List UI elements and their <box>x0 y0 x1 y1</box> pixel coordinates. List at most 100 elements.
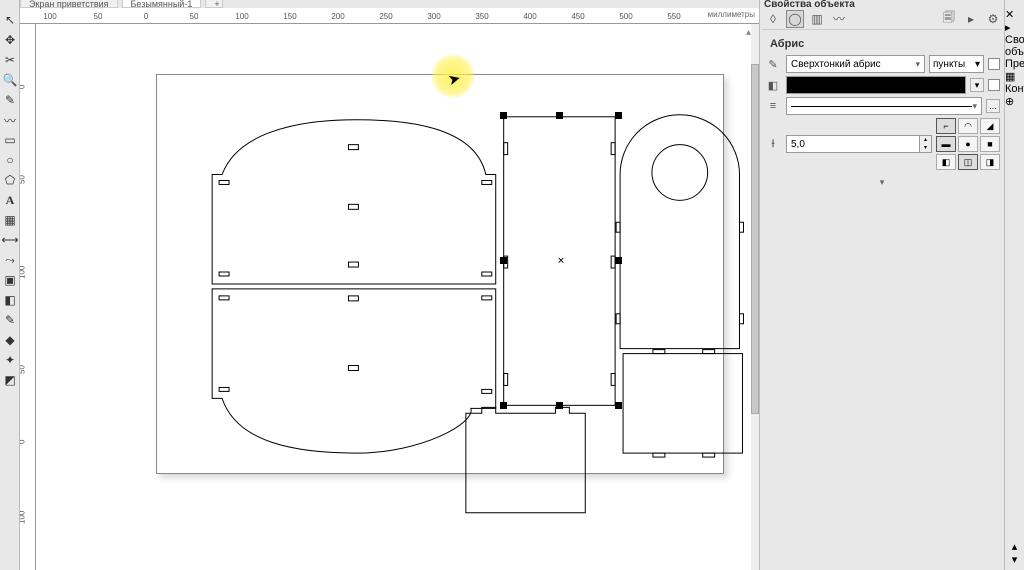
corner-round-button[interactable]: ◠ <box>958 118 978 134</box>
side-tab-transform[interactable]: Преобразования <box>1005 58 1024 70</box>
line-style-more[interactable]: ... <box>986 99 1000 113</box>
ruler-tick-label: 550 <box>667 12 680 21</box>
outline-width-dropdown[interactable]: Сверхтонкий абрис ▾ <box>786 55 925 73</box>
drawing-canvas[interactable]: ▴ <box>36 24 759 570</box>
palette-scroll-down[interactable]: ▾ <box>1012 553 1018 566</box>
scrollbar-thumb[interactable] <box>751 64 759 414</box>
corner-miter-button[interactable]: ⌐ <box>936 118 956 134</box>
selection-handle-mr[interactable] <box>615 257 622 264</box>
selection-handle-ml[interactable] <box>500 257 507 264</box>
color-palette-strip: ▴ ▾ <box>1005 540 1024 570</box>
tab-add[interactable]: + <box>205 0 223 8</box>
interactive-tool[interactable]: ✦ <box>0 350 20 370</box>
dropdown-arrow-icon: ▾ <box>975 59 980 70</box>
ruler-tick-label: 150 <box>283 12 296 21</box>
toolbox: ↖ ✥ ✂ 🔍 ✎ 〰 ▭ ○ ⬠ A ▦ ⟷ ⤳ ▣ ◧ ✎ ◆ ✦ ◩ <box>0 0 20 570</box>
ruler-tick-label: 350 <box>475 12 488 21</box>
line-style-icon: ≡ <box>764 97 782 115</box>
selection-center-icon[interactable]: ✕ <box>557 256 565 267</box>
apply-icon[interactable]: ▸ <box>962 10 980 28</box>
drawing-content <box>157 75 723 473</box>
dimension-tool[interactable]: ⟷ <box>0 230 20 250</box>
docker-menu-icon[interactable]: ▸ <box>1005 21 1024 34</box>
outline-section-label: Абрис <box>764 34 1000 52</box>
side-tab-contour[interactable]: Контур <box>1005 83 1024 95</box>
smartfill-tool[interactable]: ◩ <box>0 370 20 390</box>
pen-width-icon: ✎ <box>764 55 782 73</box>
object-properties-docker: Свойства объекта ◊ ◯ ▥ 〰 🗐 ▸ ⚙ Абрис ✎ С… <box>759 0 1004 570</box>
selection-handle-br[interactable] <box>615 402 622 409</box>
options-icon[interactable]: ⚙ <box>984 10 1002 28</box>
outline-color-swatch[interactable] <box>786 76 966 94</box>
dropshadow-tool[interactable]: ▣ <box>0 270 20 290</box>
dropdown-arrow-icon: ▾ <box>915 59 920 70</box>
cap-butt-button[interactable]: ▬ <box>936 136 956 152</box>
position-inside-button[interactable]: ◨ <box>980 154 1000 170</box>
page-boundary <box>156 74 724 474</box>
cap-square-button[interactable]: ■ <box>980 136 1000 152</box>
outline-tab-icon[interactable]: ◯ <box>786 10 804 28</box>
section-expander[interactable]: ▾ <box>764 173 1000 192</box>
cap-round-button[interactable]: ● <box>958 136 978 152</box>
ruler-tick-label: 450 <box>571 12 584 21</box>
tab-document-1[interactable]: Безымянный-1 <box>122 0 202 8</box>
palette-scroll-up[interactable]: ▴ <box>1012 540 1018 553</box>
rect-tool[interactable]: ▭ <box>0 130 20 150</box>
ruler-tick-label: 50 <box>94 12 103 21</box>
selection-handle-tl[interactable] <box>500 112 507 119</box>
horizontal-ruler: 100 50 0 50 100 150 200 250 300 350 400 … <box>20 8 759 24</box>
artistic-media-tool[interactable]: 〰 <box>0 110 20 130</box>
position-center-button[interactable]: ◫ <box>958 154 978 170</box>
effects-tab-icon[interactable]: 〰 <box>830 10 848 28</box>
fill-tool[interactable]: ◆ <box>0 330 20 350</box>
ruler-tick-label: 250 <box>379 12 392 21</box>
tab-welcome[interactable]: Экран приветствия <box>20 0 118 8</box>
color-icon: ◧ <box>764 76 782 94</box>
ruler-tick-label: 50 <box>190 12 199 21</box>
side-tab-target-icon[interactable]: ⊕ <box>1005 95 1024 108</box>
selection-handle-tm[interactable] <box>556 112 563 119</box>
position-outside-button[interactable]: ◧ <box>936 154 956 170</box>
side-tab-misc-icon[interactable]: ▦ <box>1005 70 1024 83</box>
outline-units-value: пункты <box>933 59 965 70</box>
document-tabs: Экран приветствия Безымянный-1 + <box>20 0 223 8</box>
ruler-tick-label: 500 <box>619 12 632 21</box>
zoom-tool[interactable]: 🔍 <box>0 70 20 90</box>
transparency-tab-icon[interactable]: ▥ <box>808 10 826 28</box>
ruler-tick-label: 200 <box>331 12 344 21</box>
selection-handle-tr[interactable] <box>615 112 622 119</box>
color-dropdown-arrow[interactable]: ▾ <box>970 78 984 92</box>
lock-width-checkbox[interactable] <box>988 58 1000 70</box>
polygon-tool[interactable]: ⬠ <box>0 170 20 190</box>
line-style-dropdown[interactable]: ▾ <box>786 97 982 115</box>
ellipse-tool[interactable]: ○ <box>0 150 20 170</box>
docker-title: Свойства объекта <box>764 0 855 10</box>
close-docker-icon[interactable]: ✕ <box>1005 8 1024 21</box>
selection-handle-bm[interactable] <box>556 402 563 409</box>
connector-tool[interactable]: ⤳ <box>0 250 20 270</box>
spinner-up[interactable]: ▴ <box>919 136 931 144</box>
spinner-down[interactable]: ▾ <box>919 144 931 152</box>
lock-color-checkbox[interactable] <box>988 79 1000 91</box>
freehand-tool[interactable]: ✎ <box>0 90 20 110</box>
outline-units-dropdown[interactable]: пункты ▾ <box>929 55 984 73</box>
table-tool[interactable]: ▦ <box>0 210 20 230</box>
ruler-tick-label: 100 <box>43 12 56 21</box>
crop-tool[interactable]: ✂ <box>0 50 20 70</box>
miter-limit-value: 5,0 <box>791 139 805 150</box>
corner-style-grid: ⌐ ◠ ◢ ▬ ● ■ ◧ ◫ ◨ <box>936 118 1000 170</box>
docker-tab-row: ◊ ◯ ▥ 〰 🗐 ▸ ⚙ <box>762 10 1002 30</box>
miter-limit-field[interactable]: 5,0 ▴▾ <box>786 135 932 153</box>
copy-props-icon[interactable]: 🗐 <box>940 10 958 28</box>
transparency-tool[interactable]: ◧ <box>0 290 20 310</box>
corner-bevel-button[interactable]: ◢ <box>980 118 1000 134</box>
pick-tool[interactable]: ↖ <box>0 10 20 30</box>
ruler-tick-label: 0 <box>144 12 148 21</box>
selection-handle-bl[interactable] <box>500 402 507 409</box>
eyedropper-tool[interactable]: ✎ <box>0 310 20 330</box>
fill-tab-icon[interactable]: ◊ <box>764 10 782 28</box>
shape-tool[interactable]: ✥ <box>0 30 20 50</box>
vertical-scrollbar[interactable] <box>751 24 759 570</box>
side-tab-object-props[interactable]: Свойства объекта <box>1005 34 1024 58</box>
text-tool[interactable]: A <box>0 190 20 210</box>
